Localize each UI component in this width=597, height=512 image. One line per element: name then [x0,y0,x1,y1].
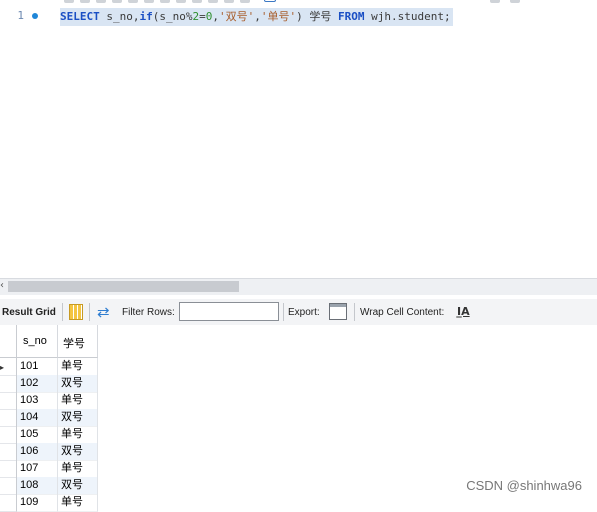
toolbar-divider [89,303,90,321]
kw-if: if [139,10,153,23]
code-line[interactable]: 1 SELECT s_no,if(s_no%2=0,'双号','单号') 学号 … [0,8,597,26]
cell-text: 双号 [61,445,83,457]
cell-text: 103 [20,394,39,406]
table-row[interactable]: 107 单号 [0,460,100,478]
table-row[interactable]: 106 双号 [0,443,100,461]
row-header[interactable] [0,409,17,427]
cell-xuehao[interactable]: 单号 [58,494,98,512]
wrap-text-icon[interactable]: I̲A [457,305,470,318]
code-text: = [199,10,206,23]
current-row-icon: ▸ [0,363,5,372]
cell-xuehao[interactable]: 单号 [58,358,98,376]
code-text: ) 学号 [296,10,338,23]
row-header[interactable]: ▸ [0,358,17,376]
code-text: , [254,10,261,23]
cell-s-no[interactable]: 102 [17,375,58,393]
cell-text: 单号 [61,360,83,372]
kw-select: SELECT [60,10,100,23]
cell-text: 单号 [61,428,83,440]
table-row[interactable]: 103 单号 [0,392,100,410]
table-row[interactable]: 108 双号 [0,477,100,495]
row-header[interactable] [0,392,17,410]
cell-xuehao[interactable]: 单号 [58,392,98,410]
string-literal: '单号' [260,10,297,23]
filter-rows-input[interactable] [179,302,279,321]
cell-text: 双号 [61,377,83,389]
cell-text: 单号 [61,496,83,508]
cell-s-no[interactable]: 106 [17,443,58,461]
cell-text: 109 [20,496,39,508]
cell-xuehao[interactable]: 双号 [58,375,98,393]
row-header[interactable] [0,477,17,495]
cell-s-no[interactable]: 107 [17,460,58,478]
table-row[interactable]: 109 单号 [0,494,100,512]
toolbar-divider [62,303,63,321]
cell-xuehao[interactable]: 单号 [58,426,98,444]
string-literal: '双号' [219,10,255,23]
toolbar-divider [283,303,284,321]
toolbar-divider [354,303,355,321]
column-header-s-no[interactable]: s_no [17,325,58,358]
cell-text: 102 [20,377,39,389]
cell-xuehao[interactable]: 双号 [58,477,98,495]
row-header[interactable] [0,494,17,512]
table-row[interactable]: 105 单号 [0,426,100,444]
cell-text: 106 [20,445,39,457]
line-number: 1 [17,9,24,22]
cell-text: 单号 [61,394,83,406]
column-header-xuehao[interactable]: 学号 [58,325,98,358]
table-row[interactable]: 102 双号 [0,375,100,393]
cell-s-no[interactable]: 103 [17,392,58,410]
cell-s-no[interactable]: 104 [17,409,58,427]
filter-rows-label: Filter Rows: [122,307,175,318]
cell-text: 107 [20,462,39,474]
kw-from: FROM [338,10,365,23]
cell-s-no[interactable]: 101 [17,358,58,376]
code-text: , [212,10,219,23]
statement-marker-icon [32,13,38,19]
cell-text: 105 [20,428,39,440]
result-grid-tab[interactable]: Result Grid [2,307,56,318]
cell-text: 101 [20,360,39,372]
editor-horizontal-scrollbar[interactable]: ‹ [0,278,597,295]
editor-toolbar-edge [0,0,597,4]
row-header[interactable] [0,460,17,478]
row-header[interactable] [0,426,17,444]
result-toolbar: Result Grid ⇄ Filter Rows: Export: Wrap … [0,299,597,326]
result-grid: s_no 学号 ▸ 101 单号 102 双号 103 单号 104 双号 105 单号 106 双号 1… [0,325,597,512]
cell-text: 双号 [61,479,83,491]
cell-text: 104 [20,411,39,423]
grid-corner [0,325,17,358]
cell-xuehao[interactable]: 双号 [58,443,98,461]
scrollbar-thumb[interactable] [8,281,239,292]
scroll-left-icon[interactable]: ‹ [0,280,8,291]
code-text: wjh.student; [364,10,451,23]
refresh-icon[interactable]: ⇄ [97,303,110,321]
code-text: (s_no% [152,10,193,23]
cell-s-no[interactable]: 108 [17,477,58,495]
export-label: Export: [288,307,320,318]
sql-editor[interactable]: 1 SELECT s_no,if(s_no%2=0,'双号','单号') 学号 … [0,0,597,278]
watermark: CSDN @shinhwa96 [466,478,582,493]
cell-s-no[interactable]: 109 [17,494,58,512]
row-header[interactable] [0,443,17,461]
cell-s-no[interactable]: 105 [17,426,58,444]
wrap-cell-content-label: Wrap Cell Content: [360,307,445,318]
grid-view-icon[interactable] [69,304,83,320]
cell-text: 双号 [61,411,83,423]
sql-statement[interactable]: SELECT s_no,if(s_no%2=0,'双号','单号') 学号 FR… [60,8,453,26]
table-row[interactable]: ▸ 101 单号 [0,358,100,376]
cell-xuehao[interactable]: 双号 [58,409,98,427]
cell-text: 单号 [61,462,83,474]
table-row[interactable]: 104 双号 [0,409,100,427]
export-icon[interactable] [329,303,347,320]
row-header[interactable] [0,375,17,393]
code-text: s_no, [99,10,140,23]
cell-xuehao[interactable]: 单号 [58,460,98,478]
cell-text: 108 [20,479,39,491]
